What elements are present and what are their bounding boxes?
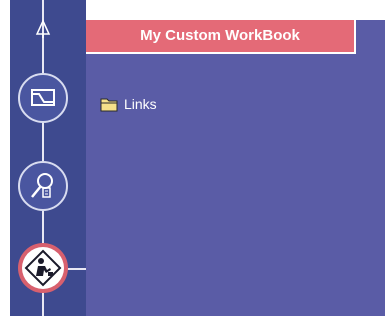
- tree-item-links[interactable]: Links: [100, 94, 157, 114]
- workbook-panel: [86, 20, 366, 316]
- folder-icon: [100, 98, 118, 112]
- tree-item-label: Links: [124, 96, 157, 112]
- app-window: My Custom WorkBook Links: [0, 0, 385, 316]
- construction-worker-icon: [18, 243, 68, 293]
- up-arrow-icon[interactable]: [34, 18, 52, 38]
- panel-right-edge: [366, 20, 385, 316]
- workbook-worker-button[interactable]: [17, 242, 69, 294]
- page-title: My Custom WorkBook: [140, 27, 300, 44]
- signal-graph-icon: [18, 73, 68, 123]
- signal-graph-button[interactable]: [17, 72, 69, 124]
- key-search-icon: [18, 161, 68, 211]
- workbook-header: My Custom WorkBook: [86, 20, 356, 54]
- active-connector: [66, 268, 86, 270]
- key-search-button[interactable]: [17, 160, 69, 212]
